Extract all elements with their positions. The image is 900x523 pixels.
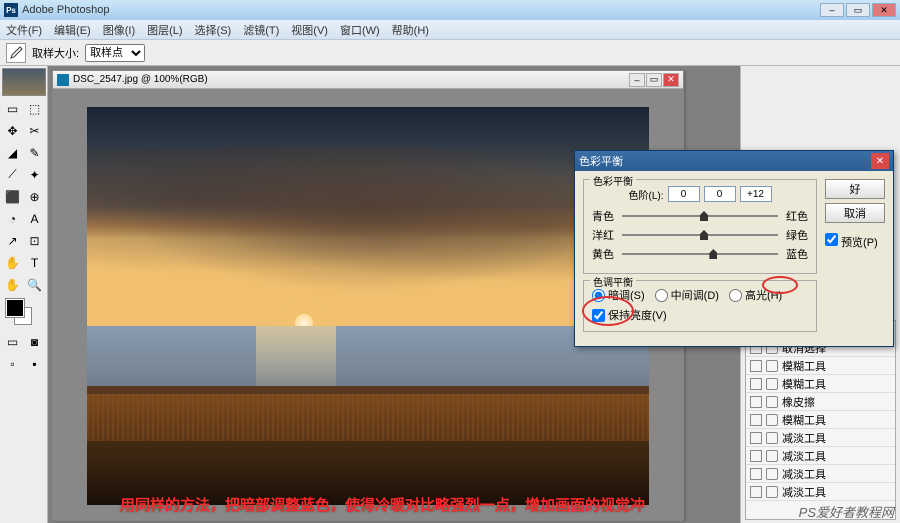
history-tool[interactable]: ⊕ (24, 186, 45, 207)
cancel-button[interactable]: 取消 (825, 203, 885, 223)
menu-help[interactable]: 帮助(H) (392, 22, 429, 38)
green-label: 绿色 (782, 227, 808, 243)
eyedropper-icon[interactable] (6, 43, 26, 63)
menu-view[interactable]: 视图(V) (291, 22, 328, 38)
list-item[interactable]: 模糊工具 (746, 375, 895, 393)
sample-size-label: 取样大小: (32, 45, 79, 61)
yellow-blue-slider[interactable] (622, 247, 778, 261)
wand-tool[interactable]: ✂ (24, 120, 45, 141)
blur-tool[interactable]: ↗ (2, 230, 23, 251)
magenta-green-slider[interactable] (622, 228, 778, 242)
history-panel: 矩形选框 取消选择 模糊工具 模糊工具 橡皮擦 模糊工具 减淡工具 减淡工具 减… (745, 320, 896, 520)
tone-balance-group: 色调平衡 暗调(S) 中间调(D) 高光(H) 保持亮度(V) (583, 280, 817, 332)
doc-minimize-button[interactable]: – (629, 73, 645, 87)
navigator-thumb[interactable] (2, 68, 46, 96)
list-item[interactable]: 减淡工具 (746, 447, 895, 465)
move-tool[interactable]: ⬚ (24, 98, 45, 119)
list-item[interactable]: 模糊工具 (746, 357, 895, 375)
app-title: Adobe Photoshop (22, 4, 820, 16)
foreground-color[interactable] (6, 299, 24, 317)
crop-tool[interactable]: ◢ (2, 142, 23, 163)
document-icon (57, 74, 69, 86)
cyan-red-slider[interactable] (622, 209, 778, 223)
app-icon: Ps (4, 3, 18, 17)
close-button[interactable]: ✕ (872, 3, 896, 17)
menu-file[interactable]: 文件(F) (6, 22, 42, 38)
red-label: 红色 (782, 208, 808, 224)
menu-bar: 文件(F) 编辑(E) 图像(I) 图层(L) 选择(S) 滤镜(T) 视图(V… (0, 20, 900, 40)
eraser-tool[interactable]: ◔ (2, 208, 23, 229)
level-magenta-input[interactable] (704, 186, 736, 202)
standard-mode[interactable]: ▭ (2, 331, 23, 352)
yellow-label: 黄色 (592, 246, 618, 262)
options-bar: 取样大小: 取样点 (0, 40, 900, 66)
zoom-tool[interactable]: 🔍 (24, 274, 45, 295)
levels-label: 色阶(L): (629, 187, 664, 202)
path-tool[interactable]: ✋ (2, 252, 23, 273)
menu-select[interactable]: 选择(S) (195, 22, 232, 38)
level-yellow-input[interactable] (740, 186, 772, 202)
marquee-tool[interactable]: ▭ (2, 98, 23, 119)
menu-image[interactable]: 图像(I) (103, 22, 135, 38)
group-title: 色彩平衡 (590, 173, 636, 188)
menu-layer[interactable]: 图层(L) (147, 22, 182, 38)
color-balance-group: 色彩平衡 色阶(L): 青色 红色 洋红 绿色 (583, 179, 817, 274)
list-item[interactable]: 模糊工具 (746, 411, 895, 429)
list-item[interactable]: 减淡工具 (746, 429, 895, 447)
preview-checkbox[interactable]: 预览(P) (825, 233, 885, 250)
highlights-radio[interactable]: 高光(H) (729, 287, 782, 303)
quickmask-mode[interactable]: ◙ (24, 331, 45, 352)
color-balance-dialog: 色彩平衡 ✕ 色彩平衡 色阶(L): 青色 红色 洋红 (574, 150, 894, 347)
watermark: PS爱好者教程网 (799, 502, 894, 521)
doc-close-button[interactable]: ✕ (663, 73, 679, 87)
level-cyan-input[interactable] (668, 186, 700, 202)
dialog-title: 色彩平衡 (579, 153, 871, 169)
list-item[interactable]: 减淡工具 (746, 465, 895, 483)
photo-content (87, 107, 649, 505)
shadows-radio[interactable]: 暗调(S) (592, 287, 645, 303)
doc-maximize-button[interactable]: ▭ (646, 73, 662, 87)
sample-size-select[interactable]: 取样点 (85, 44, 145, 62)
preserve-luminosity-checkbox[interactable]: 保持亮度(V) (592, 307, 667, 323)
tutorial-caption: 用同样的方法，把暗部调整蓝色，使得冷暖对比略强烈一点，增加画面的视觉冲 (120, 494, 645, 515)
menu-window[interactable]: 窗口(W) (340, 22, 380, 38)
color-swatches[interactable] (2, 299, 45, 329)
brush-tool[interactable]: ✦ (24, 164, 45, 185)
screen-mode-1[interactable]: ▫ (2, 353, 23, 374)
list-item[interactable]: 橡皮擦 (746, 393, 895, 411)
maximize-button[interactable]: ▭ (846, 3, 870, 17)
ok-button[interactable]: 好 (825, 179, 885, 199)
midtones-radio[interactable]: 中间调(D) (655, 287, 719, 303)
document-title: DSC_2547.jpg @ 100%(RGB) (73, 74, 629, 85)
heal-tool[interactable]: ⟋ (2, 164, 23, 185)
toolbox: ▭ ⬚ ✥ ✂ ◢ ✎ ⟋ ✦ ⬛ ⊕ ◔ A ↗ ⊡ ✋ T ✋ 🔍 ▭ ◙ … (0, 66, 48, 523)
gradient-tool[interactable]: A (24, 208, 45, 229)
blue-label: 蓝色 (782, 246, 808, 262)
dialog-close-button[interactable]: ✕ (871, 153, 889, 169)
slice-tool[interactable]: ✎ (24, 142, 45, 163)
minimize-button[interactable]: – (820, 3, 844, 17)
hand-tool[interactable]: ✋ (2, 274, 23, 295)
dodge-tool[interactable]: ⊡ (24, 230, 45, 251)
menu-filter[interactable]: 滤镜(T) (243, 22, 279, 38)
cyan-label: 青色 (592, 208, 618, 224)
lasso-tool[interactable]: ✥ (2, 120, 23, 141)
screen-mode-2[interactable]: ▪ (24, 353, 45, 374)
magenta-label: 洋红 (592, 227, 618, 243)
group-title: 色调平衡 (590, 274, 636, 289)
list-item[interactable]: 减淡工具 (746, 483, 895, 501)
stamp-tool[interactable]: ⬛ (2, 186, 23, 207)
type-tool[interactable]: T (24, 252, 45, 273)
menu-edit[interactable]: 编辑(E) (54, 22, 91, 38)
